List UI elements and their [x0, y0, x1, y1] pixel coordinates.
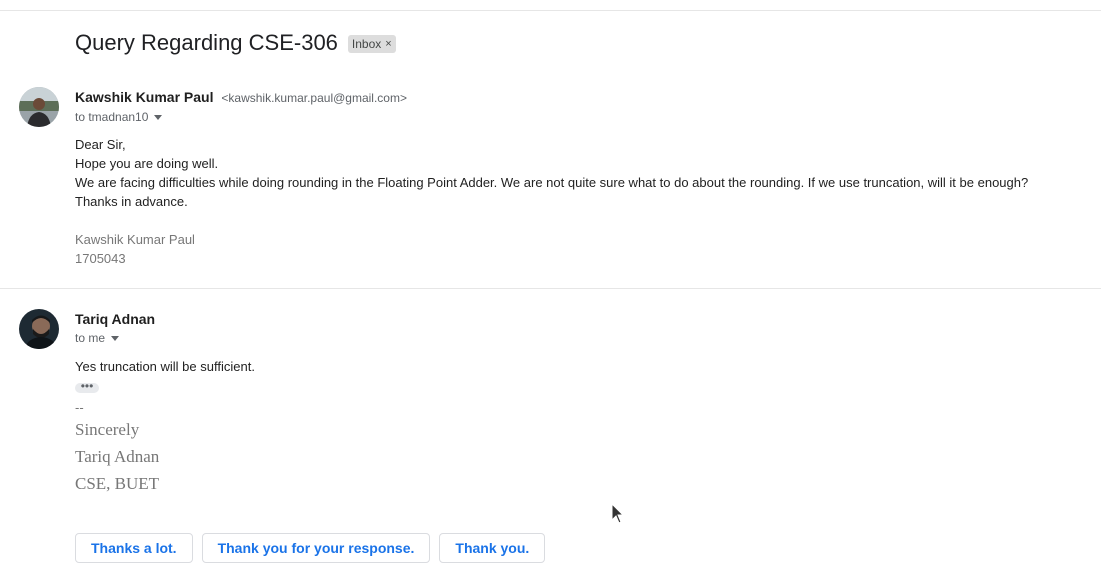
body-line: Yes truncation will be sufficient.: [75, 359, 255, 374]
message-body: Dear Sir, Hope you are doing well. We ar…: [75, 135, 1028, 268]
sender-name[interactable]: Kawshik Kumar Paul: [75, 89, 214, 105]
body-line: Thanks in advance.: [75, 194, 188, 209]
smart-reply-button[interactable]: Thank you.: [439, 533, 546, 563]
smart-reply-button[interactable]: Thank you for your response.: [201, 533, 431, 563]
recipient-details-toggle[interactable]: to tmadnan10: [75, 110, 407, 124]
message-divider: [0, 288, 1101, 289]
signature-separator: --: [75, 400, 84, 415]
sender-line: Kawshik Kumar Paul <kawshik.kumar.paul@g…: [75, 88, 407, 107]
recipient-details-toggle[interactable]: to me: [75, 331, 155, 345]
sender-email: <kawshik.kumar.paul@gmail.com>: [221, 91, 407, 105]
avatar[interactable]: [19, 309, 59, 349]
avatar-image: [19, 309, 59, 349]
subject-row: Query Regarding CSE-306 Inbox ×: [75, 30, 396, 56]
smart-replies: Thanks a lot. Thank you for your respons…: [75, 533, 546, 563]
signature-line: Kawshik Kumar Paul: [75, 232, 195, 247]
signature-line: 1705043: [75, 251, 126, 266]
signature: Sincerely Tariq Adnan CSE, BUET: [75, 416, 255, 497]
remove-label-icon[interactable]: ×: [385, 38, 391, 50]
sender-name[interactable]: Tariq Adnan: [75, 311, 155, 327]
mouse-pointer-icon: [611, 502, 625, 530]
thread-subject: Query Regarding CSE-306: [75, 30, 338, 55]
message-header: Tariq Adnan to me: [75, 310, 155, 345]
chevron-down-icon[interactable]: [111, 335, 120, 341]
top-divider: [0, 10, 1101, 11]
body-line: Hope you are doing well.: [75, 156, 219, 171]
message-body: Yes truncation will be sufficient. ••• -…: [75, 357, 255, 497]
avatar-image: [19, 87, 59, 127]
sender-line: Tariq Adnan: [75, 310, 155, 328]
show-trimmed-content-button[interactable]: •••: [75, 380, 99, 393]
signature-line: CSE, BUET: [75, 474, 160, 493]
signature-line: Tariq Adnan: [75, 447, 160, 466]
smart-reply-button[interactable]: Thanks a lot.: [75, 533, 193, 563]
inbox-label-chip[interactable]: Inbox ×: [347, 35, 396, 53]
recipient-text: to me: [75, 331, 106, 345]
signature: Kawshik Kumar Paul 1705043: [75, 230, 1028, 268]
signature-line: Sincerely: [75, 420, 140, 439]
avatar[interactable]: [19, 87, 59, 127]
recipient-text: to tmadnan10: [75, 110, 149, 124]
message-header: Kawshik Kumar Paul <kawshik.kumar.paul@g…: [75, 88, 407, 124]
label-text: Inbox: [351, 37, 382, 51]
body-line: Dear Sir,: [75, 137, 126, 152]
body-line: We are facing difficulties while doing r…: [75, 175, 1029, 190]
chevron-down-icon[interactable]: [154, 114, 163, 120]
